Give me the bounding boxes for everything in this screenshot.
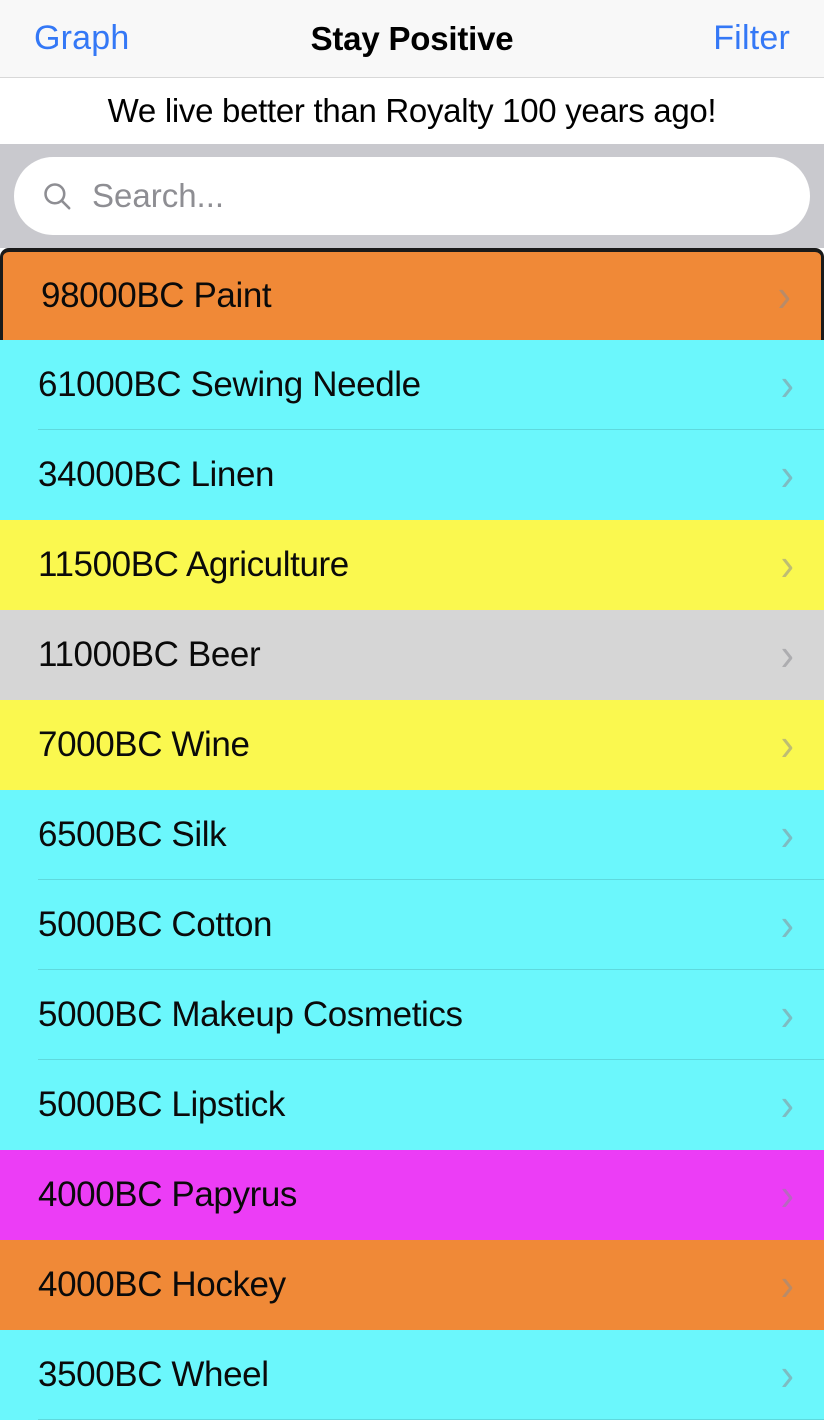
chevron-right-icon: › [780, 809, 794, 861]
list-item[interactable]: 4000BC Papyrus › [0, 1150, 824, 1240]
chevron-right-icon: › [780, 899, 794, 951]
chevron-right-icon: › [777, 270, 791, 322]
list-item[interactable]: 3500BC Wheel › [0, 1330, 824, 1420]
filter-button[interactable]: Filter [707, 15, 796, 62]
chevron-right-icon: › [780, 629, 794, 681]
list-item[interactable]: 11000BC Beer › [0, 610, 824, 700]
chevron-right-icon: › [780, 359, 794, 411]
list-item[interactable]: 61000BC Sewing Needle › [0, 340, 824, 430]
list-item-label: 5000BC Lipstick [38, 1085, 285, 1124]
subtitle-text: We live better than Royalty 100 years ag… [107, 92, 717, 129]
chevron-right-icon: › [780, 1079, 794, 1131]
search-input[interactable] [92, 177, 784, 215]
list-item-label: 34000BC Linen [38, 455, 275, 494]
list-item-label: 98000BC Paint [41, 276, 272, 315]
list-item-label: 11500BC Agriculture [38, 545, 349, 584]
list-item-label: 4000BC Papyrus [38, 1175, 298, 1214]
chevron-right-icon: › [780, 1349, 794, 1401]
chevron-right-icon: › [780, 449, 794, 501]
navigation-bar: Graph Stay Positive Filter [0, 0, 824, 78]
graph-button[interactable]: Graph [28, 15, 136, 62]
chevron-right-icon: › [780, 1169, 794, 1221]
list-item-label: 11000BC Beer [38, 635, 261, 674]
list-item-label: 5000BC Makeup Cosmetics [38, 995, 463, 1034]
list-item[interactable]: 98000BC Paint › [0, 248, 824, 340]
app-screen: Graph Stay Positive Filter We live bette… [0, 0, 824, 1424]
list-item[interactable]: 4000BC Hockey › [0, 1240, 824, 1330]
chevron-right-icon: › [780, 539, 794, 591]
list-item[interactable]: 7000BC Wine › [0, 700, 824, 790]
list-item[interactable]: 5000BC Makeup Cosmetics › [0, 970, 824, 1060]
list-item[interactable]: 5000BC Cotton › [0, 880, 824, 970]
list-item[interactable]: 11500BC Agriculture › [0, 520, 824, 610]
search-icon [40, 179, 74, 213]
list-item[interactable]: 34000BC Linen › [0, 430, 824, 520]
list-item-label: 5000BC Cotton [38, 905, 273, 944]
list-item-label: 61000BC Sewing Needle [38, 365, 421, 404]
chevron-right-icon: › [780, 1259, 794, 1311]
list-item-label: 4000BC Hockey [38, 1265, 286, 1304]
chevron-right-icon: › [780, 719, 794, 771]
search-bar-container [0, 144, 824, 248]
list-item-label: 3500BC Wheel [38, 1355, 269, 1394]
list-item[interactable]: 6500BC Silk › [0, 790, 824, 880]
subtitle-bar: We live better than Royalty 100 years ag… [0, 78, 824, 144]
timeline-list[interactable]: 98000BC Paint › 61000BC Sewing Needle › 3400… [0, 248, 824, 1424]
list-item[interactable]: 5000BC Lipstick › [0, 1060, 824, 1150]
list-item-label: 6500BC Silk [38, 815, 227, 854]
search-field[interactable] [14, 157, 810, 235]
chevron-right-icon: › [780, 989, 794, 1041]
list-item-label: 7000BC Wine [38, 725, 250, 764]
